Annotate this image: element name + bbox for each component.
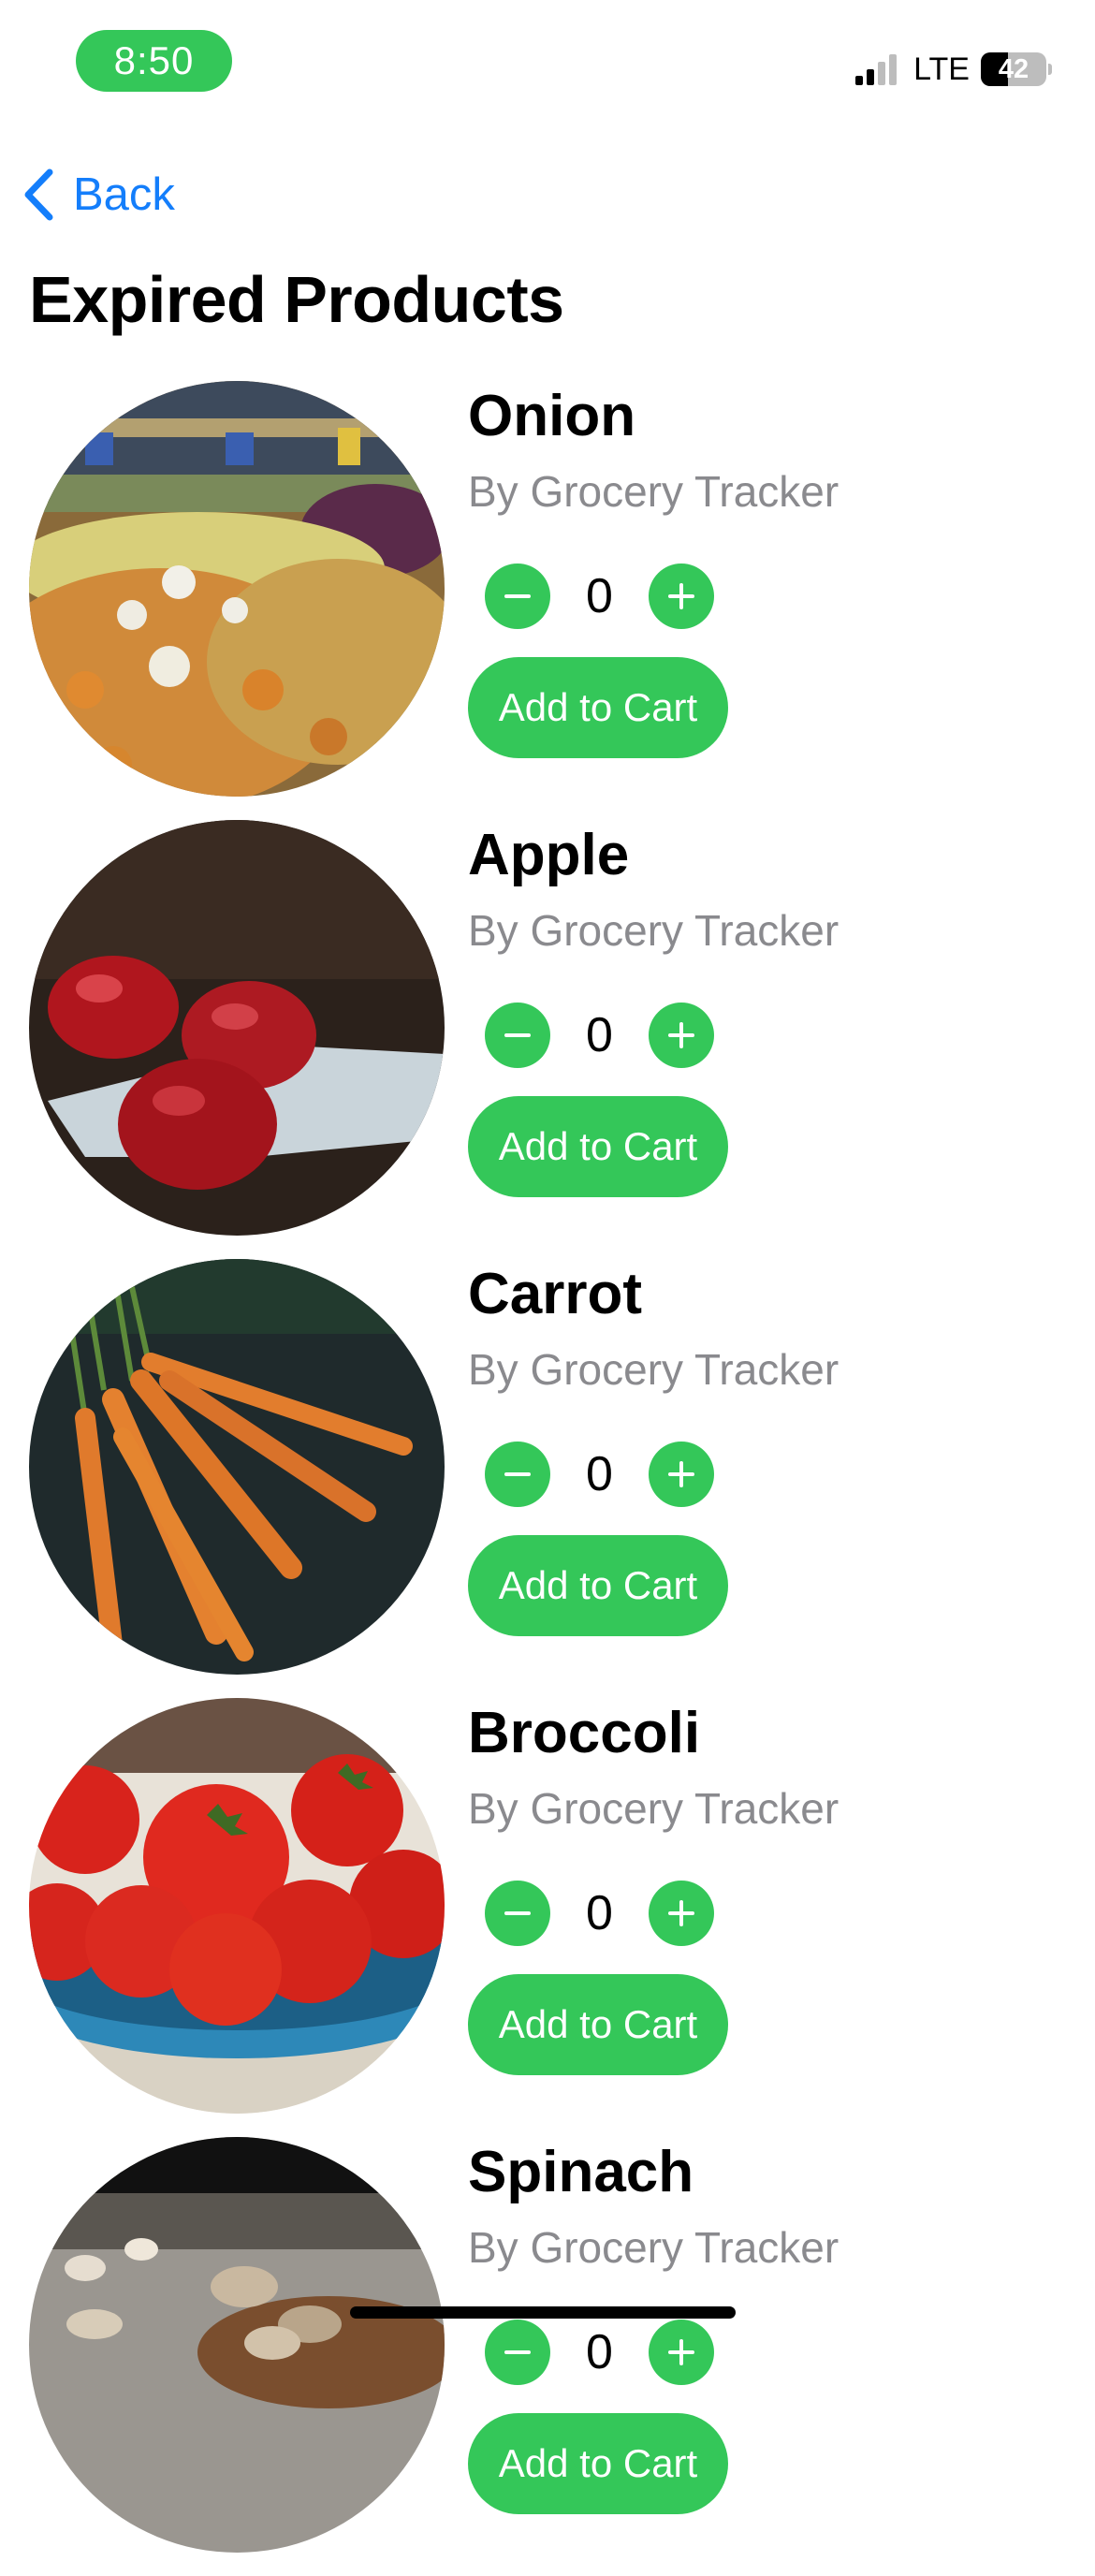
decrement-button[interactable] xyxy=(485,2320,550,2385)
product-row: Broccoli By Grocery Tracker 0 Add to Car… xyxy=(0,1698,1095,2137)
product-byline: By Grocery Tracker xyxy=(468,467,840,516)
quantity-stepper: 0 xyxy=(485,1003,714,1068)
product-name: Spinach xyxy=(468,2140,694,2204)
add-to-cart-button[interactable]: Add to Cart xyxy=(468,1974,728,2075)
quantity-stepper: 0 xyxy=(485,1442,714,1507)
product-row: Spinach By Grocery Tracker 0 Add to Cart xyxy=(0,2137,1095,2576)
decrement-button[interactable] xyxy=(485,1003,550,1068)
decrement-button[interactable] xyxy=(485,1442,550,1507)
quantity-value: 0 xyxy=(586,2325,613,2379)
home-indicator[interactable] xyxy=(350,2306,736,2319)
product-row: Onion By Grocery Tracker 0 Add to Cart xyxy=(0,381,1095,820)
minus-icon xyxy=(504,1911,531,1915)
back-button[interactable]: Back xyxy=(22,165,175,225)
increment-button[interactable] xyxy=(649,2320,714,2385)
decrement-button[interactable] xyxy=(485,564,550,629)
quantity-value: 0 xyxy=(586,569,613,623)
add-to-cart-button[interactable]: Add to Cart xyxy=(468,657,728,758)
quantity-stepper: 0 xyxy=(485,2320,714,2385)
cellular-signal-icon xyxy=(855,53,900,85)
quantity-value: 0 xyxy=(586,1447,613,1501)
battery-cap xyxy=(1048,64,1052,75)
increment-button[interactable] xyxy=(649,1003,714,1068)
add-to-cart-button[interactable]: Add to Cart xyxy=(468,1535,728,1636)
product-byline: By Grocery Tracker xyxy=(468,906,840,955)
product-name: Onion xyxy=(468,384,636,448)
minus-icon xyxy=(504,2350,531,2354)
quantity-value: 0 xyxy=(586,1886,613,1940)
add-to-cart-button[interactable]: Add to Cart xyxy=(468,2413,728,2514)
chevron-left-icon xyxy=(24,168,53,221)
plus-icon xyxy=(668,1900,694,1926)
increment-button[interactable] xyxy=(649,564,714,629)
product-image-broccoli xyxy=(29,1698,445,2114)
battery-icon: 42 xyxy=(981,52,1046,86)
product-list: Onion By Grocery Tracker 0 Add to Cart A… xyxy=(0,381,1095,2576)
increment-button[interactable] xyxy=(649,1442,714,1507)
product-name: Broccoli xyxy=(468,1701,701,1765)
status-time: 8:50 xyxy=(76,30,232,92)
product-image-spinach xyxy=(29,2137,445,2553)
minus-icon xyxy=(504,594,531,598)
product-name: Carrot xyxy=(468,1262,643,1326)
decrement-button[interactable] xyxy=(485,1881,550,1946)
minus-icon xyxy=(504,1472,531,1476)
product-name: Apple xyxy=(468,823,630,887)
product-byline: By Grocery Tracker xyxy=(468,1345,840,1394)
add-to-cart-button[interactable]: Add to Cart xyxy=(468,1096,728,1197)
status-indicators: LTE 42 xyxy=(855,49,1052,90)
plus-icon xyxy=(668,1022,694,1048)
plus-icon xyxy=(668,1461,694,1487)
product-byline: By Grocery Tracker xyxy=(468,1784,840,1833)
plus-icon xyxy=(668,2339,694,2365)
quantity-value: 0 xyxy=(586,1008,613,1062)
increment-button[interactable] xyxy=(649,1881,714,1946)
product-byline: By Grocery Tracker xyxy=(468,2223,840,2272)
back-label: Back xyxy=(73,169,175,220)
product-row: Apple By Grocery Tracker 0 Add to Cart xyxy=(0,820,1095,1259)
product-image-onion xyxy=(29,381,445,797)
minus-icon xyxy=(504,1033,531,1037)
battery-level: 42 xyxy=(998,53,1029,84)
quantity-stepper: 0 xyxy=(485,564,714,629)
quantity-stepper: 0 xyxy=(485,1881,714,1946)
plus-icon xyxy=(668,583,694,609)
product-image-carrot xyxy=(29,1259,445,1675)
product-row: Carrot By Grocery Tracker 0 Add to Cart xyxy=(0,1259,1095,1698)
product-image-apple xyxy=(29,820,445,1236)
network-type: LTE xyxy=(913,51,970,87)
page-title: Expired Products xyxy=(29,263,564,336)
